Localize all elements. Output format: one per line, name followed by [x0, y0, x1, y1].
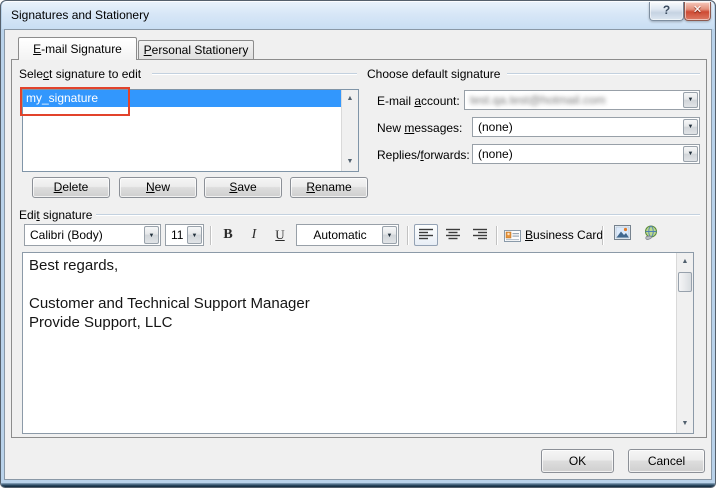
save-button[interactable]: Save — [204, 177, 282, 198]
font-color-value: Automatic — [302, 225, 378, 245]
choose-default-signature-label: Choose default signature — [367, 67, 500, 81]
signature-list[interactable]: my_signature ▲ ▼ — [22, 89, 359, 172]
new-messages-label: New messages: — [377, 121, 462, 135]
ok-button[interactable]: OK — [541, 449, 614, 473]
close-button[interactable]: ✕ — [684, 2, 711, 21]
font-size-select[interactable]: 11 ▼ — [165, 224, 204, 246]
align-left-button[interactable] — [414, 224, 438, 246]
scroll-up-icon[interactable]: ▲ — [342, 91, 358, 107]
signature-text[interactable]: Best regards, Customer and Technical Sup… — [23, 253, 676, 433]
align-left-icon — [419, 228, 433, 240]
font-name-select[interactable]: Calibri (Body) ▼ — [24, 224, 161, 246]
close-icon: ✕ — [693, 4, 702, 16]
font-name-value: Calibri (Body) — [30, 225, 140, 245]
italic-button[interactable]: I — [242, 224, 266, 246]
font-color-select[interactable]: Automatic ▼ — [296, 224, 399, 246]
signature-line — [29, 275, 670, 294]
window-title: Signatures and Stationery — [11, 8, 149, 22]
font-size-value: 11 — [171, 225, 183, 245]
group-divider — [507, 73, 700, 74]
toolbar-separator — [496, 226, 497, 245]
business-card-label: Business Card — [525, 228, 603, 242]
business-card-button[interactable]: Business Card — [504, 224, 603, 246]
chevron-down-icon[interactable]: ▼ — [683, 92, 698, 108]
chevron-down-icon[interactable]: ▼ — [683, 119, 698, 135]
email-signature-tab-panel: Select signature to edit my_signature ▲ … — [11, 59, 707, 438]
group-divider — [96, 214, 700, 215]
business-card-icon — [504, 229, 521, 242]
tab-email-signature[interactable]: E-mail Signature — [18, 37, 137, 60]
signature-editor-scrollbar[interactable]: ▲ ▼ — [676, 253, 693, 433]
toolbar-separator — [602, 226, 603, 245]
toolbar-separator — [210, 226, 211, 245]
scroll-down-icon[interactable]: ▼ — [342, 154, 358, 170]
chevron-down-icon[interactable]: ▼ — [683, 146, 698, 162]
align-center-button[interactable] — [441, 224, 465, 246]
group-divider — [152, 73, 357, 74]
bold-button[interactable]: B — [216, 224, 240, 246]
signatures-and-stationery-dialog: Signatures and Stationery ? ✕ E-mail Sig… — [0, 0, 716, 488]
email-account-label: E-mail account: — [377, 94, 460, 108]
replies-forwards-label: Replies/forwards: — [377, 148, 470, 162]
edit-signature-label: Edit signature — [19, 208, 92, 222]
insert-hyperlink-button[interactable] — [639, 225, 663, 246]
scroll-up-icon[interactable]: ▲ — [677, 254, 693, 270]
signature-editor[interactable]: Best regards, Customer and Technical Sup… — [22, 252, 694, 434]
chevron-down-icon[interactable]: ▼ — [382, 226, 397, 244]
picture-icon — [614, 225, 631, 240]
help-button[interactable]: ? — [649, 2, 684, 21]
signature-list-scrollbar[interactable]: ▲ ▼ — [341, 90, 358, 171]
scrollbar-thumb[interactable] — [678, 272, 692, 292]
replies-forwards-value: (none) — [478, 145, 679, 163]
delete-button[interactable]: Delete — [32, 177, 110, 198]
hyperlink-globe-icon — [642, 225, 660, 241]
new-button[interactable]: New — [119, 177, 197, 198]
new-messages-value: (none) — [478, 118, 679, 136]
chevron-down-icon[interactable]: ▼ — [144, 226, 159, 244]
align-right-button[interactable] — [468, 224, 492, 246]
align-right-icon — [473, 228, 487, 240]
email-account-value: test.qa.test@hotmail.com — [470, 91, 679, 109]
new-messages-select[interactable]: (none) ▼ — [472, 117, 700, 137]
signature-list-item-selected[interactable]: my_signature — [23, 90, 341, 107]
signature-line: Customer and Technical Support Manager — [29, 294, 670, 313]
help-icon: ? — [663, 3, 670, 17]
rename-button[interactable]: Rename — [290, 177, 368, 198]
email-account-select[interactable]: test.qa.test@hotmail.com ▼ — [464, 90, 700, 110]
signature-line: Provide Support, LLC — [29, 313, 670, 332]
scroll-down-icon[interactable]: ▼ — [677, 416, 693, 432]
insert-picture-button[interactable] — [610, 225, 634, 246]
select-signature-label: Select signature to edit — [19, 67, 141, 81]
titlebar[interactable]: Signatures and Stationery ? ✕ — [2, 1, 714, 29]
cancel-button[interactable]: Cancel — [628, 449, 705, 473]
replies-forwards-select[interactable]: (none) ▼ — [472, 144, 700, 164]
tab-personal-stationery[interactable]: Personal Stationery — [138, 40, 254, 60]
signature-line: Best regards, — [29, 256, 670, 275]
chevron-down-icon[interactable]: ▼ — [187, 226, 202, 244]
underline-button[interactable]: U — [268, 224, 292, 246]
align-center-icon — [446, 228, 460, 240]
toolbar-separator — [407, 226, 408, 245]
